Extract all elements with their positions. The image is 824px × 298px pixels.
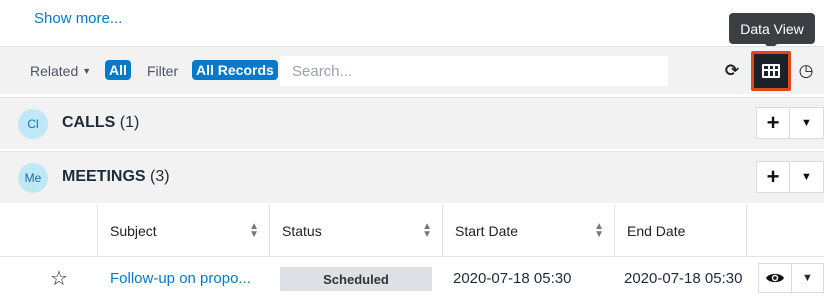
column-header-subject[interactable]: Subject ▲ ▼ bbox=[97, 205, 269, 257]
plus-icon: + bbox=[766, 110, 780, 135]
table-header-row: Subject ▲ ▼ Status ▲ ▼ Start Date ▲ ▼ End Date bbox=[0, 205, 824, 257]
clock-icon: ◷ bbox=[798, 61, 814, 80]
data-view-button[interactable] bbox=[751, 51, 791, 91]
column-header-start-date[interactable]: Start Date ▲ ▼ bbox=[442, 205, 614, 257]
end-date-cell: 2020-07-18 05:30 bbox=[624, 270, 743, 287]
refresh-button[interactable]: ⟳ bbox=[719, 55, 745, 87]
column-header-end-date[interactable]: End Date bbox=[614, 205, 746, 257]
start-date-cell: 2020-07-18 05:30 bbox=[453, 270, 572, 287]
star-icon[interactable]: ☆ bbox=[50, 266, 68, 291]
meetings-subpanel-header[interactable]: Me MEETINGS (3) + ▼ bbox=[0, 151, 824, 203]
show-more-link[interactable]: Show more... bbox=[34, 10, 122, 27]
subpanel-toolbar: Related ▼ All Filter All Records ⟳ ◷ bbox=[0, 46, 824, 94]
table-icon bbox=[762, 64, 780, 78]
sort-icon: ▲ ▼ bbox=[422, 221, 432, 240]
chevron-down-icon: ▼ bbox=[802, 272, 813, 284]
related-dropdown[interactable]: Related ▼ bbox=[30, 63, 91, 79]
eye-icon bbox=[766, 273, 784, 283]
calls-title: CALLS (1) bbox=[62, 114, 140, 131]
calls-actions-dropdown[interactable]: ▼ bbox=[790, 107, 824, 139]
calls-create-button[interactable]: + bbox=[756, 107, 790, 139]
sort-icon: ▲ ▼ bbox=[249, 221, 259, 240]
sort-icon: ▲ ▼ bbox=[594, 221, 604, 240]
table-row: ☆ Follow-up on propo... Scheduled 2020-0… bbox=[0, 258, 824, 298]
chevron-down-icon: ▼ bbox=[801, 117, 812, 129]
calls-subpanel-header[interactable]: Cl CALLS (1) + ▼ bbox=[0, 97, 824, 149]
meetings-create-button[interactable]: + bbox=[756, 161, 790, 193]
search-input[interactable] bbox=[280, 56, 668, 86]
filter-label: Filter bbox=[147, 63, 179, 79]
meetings-actions-dropdown[interactable]: ▼ bbox=[790, 161, 824, 193]
status-badge: Scheduled bbox=[280, 267, 432, 291]
row-actions-dropdown[interactable]: ▼ bbox=[792, 263, 824, 293]
chevron-down-icon: ▼ bbox=[801, 171, 812, 183]
column-header-actions bbox=[746, 205, 824, 257]
meetings-title: MEETINGS (3) bbox=[62, 168, 170, 185]
meetings-module-icon: Me bbox=[18, 163, 48, 193]
data-view-tooltip: Data View bbox=[729, 13, 815, 50]
activity-stream-button[interactable]: ◷ bbox=[795, 55, 817, 87]
related-label: Related bbox=[30, 63, 79, 79]
related-all-pill[interactable]: All bbox=[105, 60, 131, 80]
calls-module-icon: Cl bbox=[18, 109, 48, 139]
column-header-status[interactable]: Status ▲ ▼ bbox=[269, 205, 442, 257]
preview-button[interactable] bbox=[758, 263, 792, 293]
plus-icon: + bbox=[766, 164, 780, 189]
chevron-down-icon: ▼ bbox=[82, 66, 92, 76]
refresh-icon: ⟳ bbox=[724, 61, 740, 80]
subject-link[interactable]: Follow-up on propo... bbox=[110, 270, 251, 287]
filter-all-records-pill[interactable]: All Records bbox=[192, 60, 278, 80]
